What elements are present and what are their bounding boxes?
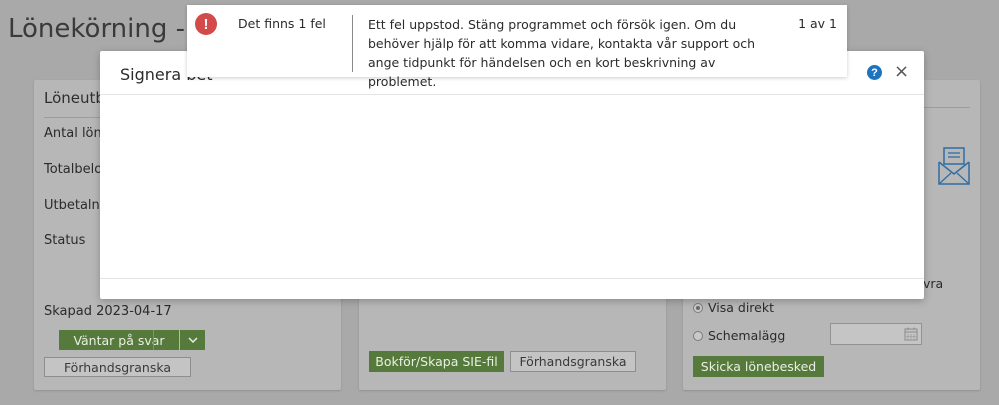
split-button-divider xyxy=(153,330,154,350)
chevron-down-icon xyxy=(187,336,198,343)
modal-footer-divider xyxy=(100,278,924,279)
awaiting-response-button[interactable]: Väntar på svar xyxy=(59,330,179,350)
radio-schedule[interactable]: Schemalägg xyxy=(693,328,785,343)
radio-show-now[interactable]: Visa direkt xyxy=(693,300,774,315)
error-counter: 1 av 1 xyxy=(798,16,837,31)
toast-divider xyxy=(352,15,353,72)
bookkeep-sie-button[interactable]: Bokför/Skapa SIE-fil xyxy=(369,351,504,372)
schedule-date-input[interactable] xyxy=(830,323,922,345)
close-icon[interactable]: × xyxy=(894,63,909,81)
radio-label: Schemalägg xyxy=(708,328,786,343)
field-label-status: Status xyxy=(44,233,86,248)
send-payslips-button[interactable]: Skicka lönebesked xyxy=(693,356,824,377)
calendar-icon[interactable] xyxy=(904,327,918,341)
error-icon: ! xyxy=(195,13,217,35)
help-icon[interactable]: ? xyxy=(867,65,882,80)
radio-button[interactable] xyxy=(693,330,703,341)
awaiting-dropdown-button[interactable] xyxy=(180,330,205,350)
preview-button-middle[interactable]: Förhandsgranska xyxy=(510,351,636,372)
error-heading: Det finns 1 fel xyxy=(238,16,326,31)
radio-label: Visa direkt xyxy=(708,300,774,315)
partial-label: vra xyxy=(923,276,944,291)
envelope-icon xyxy=(938,147,970,185)
preview-button-left[interactable]: Förhandsgranska xyxy=(44,357,191,377)
error-message: Ett fel uppstod. Stäng programmet och fö… xyxy=(368,17,756,89)
error-notification: ! Det finns 1 fel Ett fel uppstod. Stäng… xyxy=(187,5,847,89)
modal-header-divider xyxy=(100,94,924,95)
radio-button[interactable] xyxy=(693,302,703,313)
created-date: Skapad 2023-04-17 xyxy=(44,304,172,319)
